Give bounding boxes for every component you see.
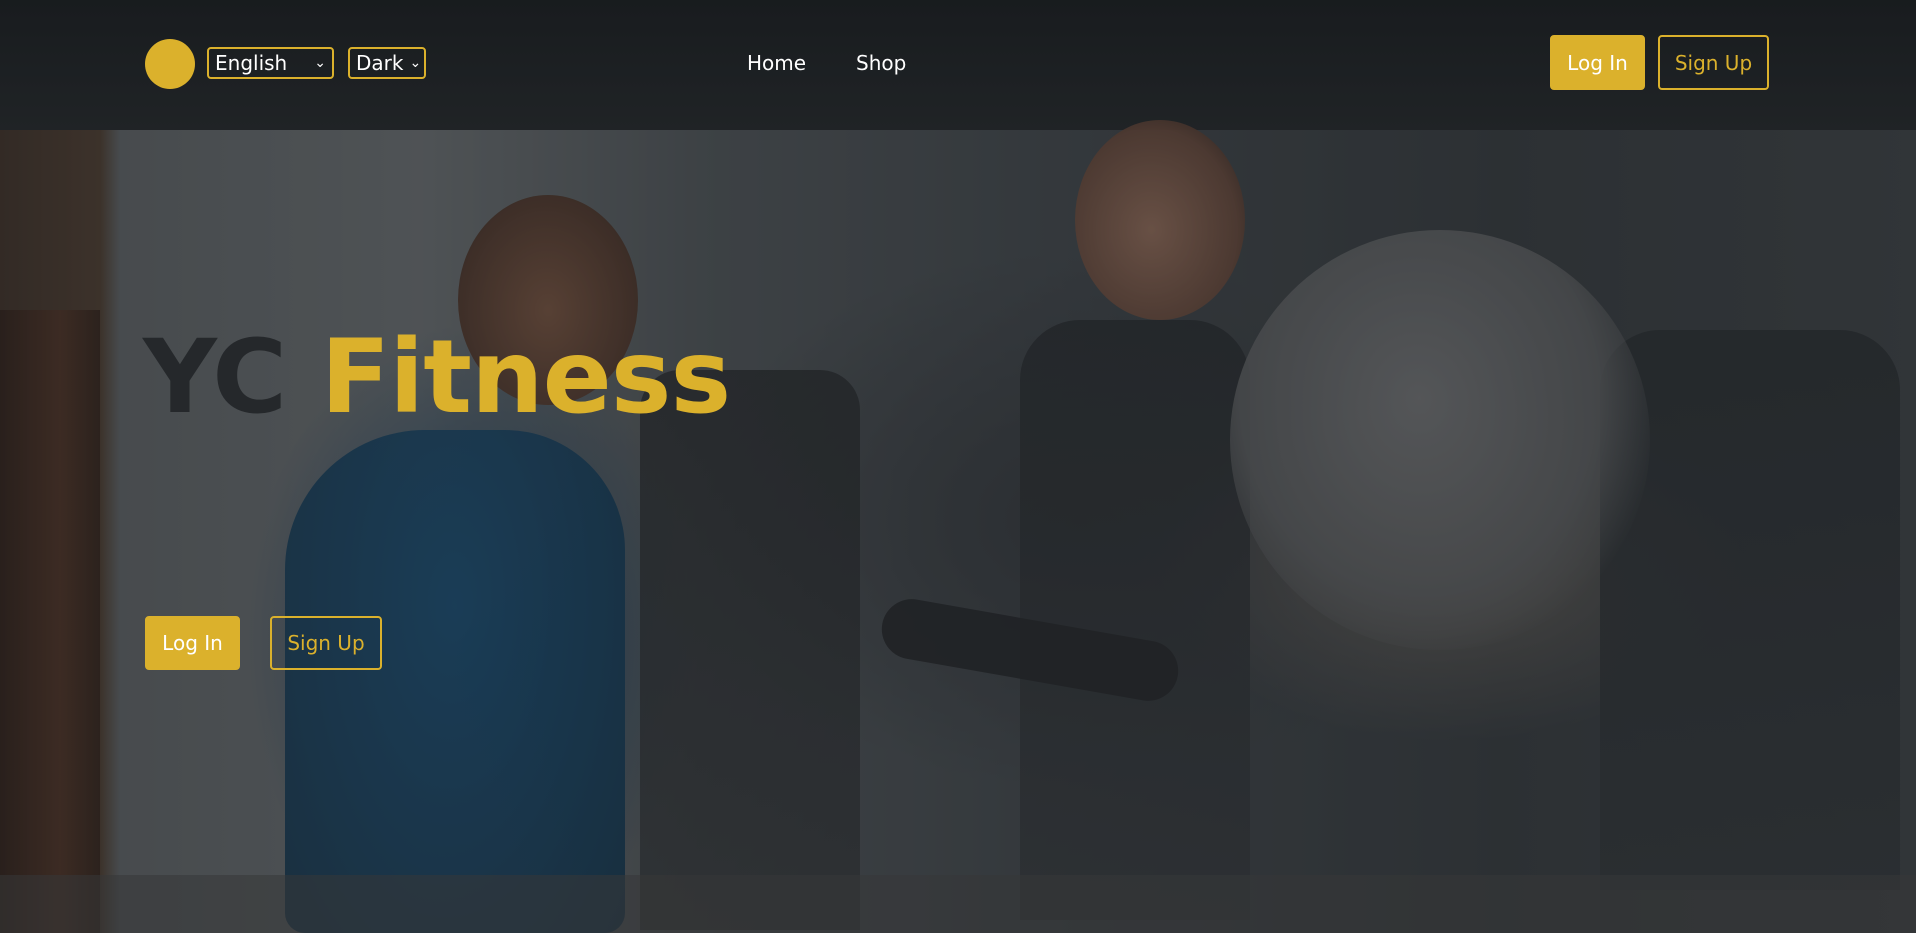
navbar: English ⌄ Dark ⌄ Home Shop Log In Sign U… (0, 0, 1916, 125)
hero-title: YC Fitness (143, 318, 732, 438)
nav-link-home[interactable]: Home (747, 49, 806, 77)
header-login-button[interactable]: Log In (1550, 35, 1645, 90)
hero-title-part2: Fitness (320, 318, 732, 437)
language-select-value: English (215, 51, 288, 75)
theme-select[interactable]: Dark ⌄ (348, 47, 426, 79)
hero-title-part1: YC (143, 318, 287, 437)
hero-signup-button[interactable]: Sign Up (270, 616, 382, 670)
nav-link-shop[interactable]: Shop (856, 49, 906, 77)
language-select[interactable]: English ⌄ (207, 47, 334, 79)
dark-overlay (0, 0, 1916, 933)
chevron-down-icon: ⌄ (409, 55, 422, 71)
header-signup-button[interactable]: Sign Up (1658, 35, 1769, 90)
hero-login-button[interactable]: Log In (145, 616, 240, 670)
chevron-down-icon: ⌄ (314, 55, 326, 71)
theme-select-value: Dark (356, 51, 404, 75)
logo[interactable] (145, 39, 195, 89)
hero-section: English ⌄ Dark ⌄ Home Shop Log In Sign U… (0, 0, 1916, 933)
